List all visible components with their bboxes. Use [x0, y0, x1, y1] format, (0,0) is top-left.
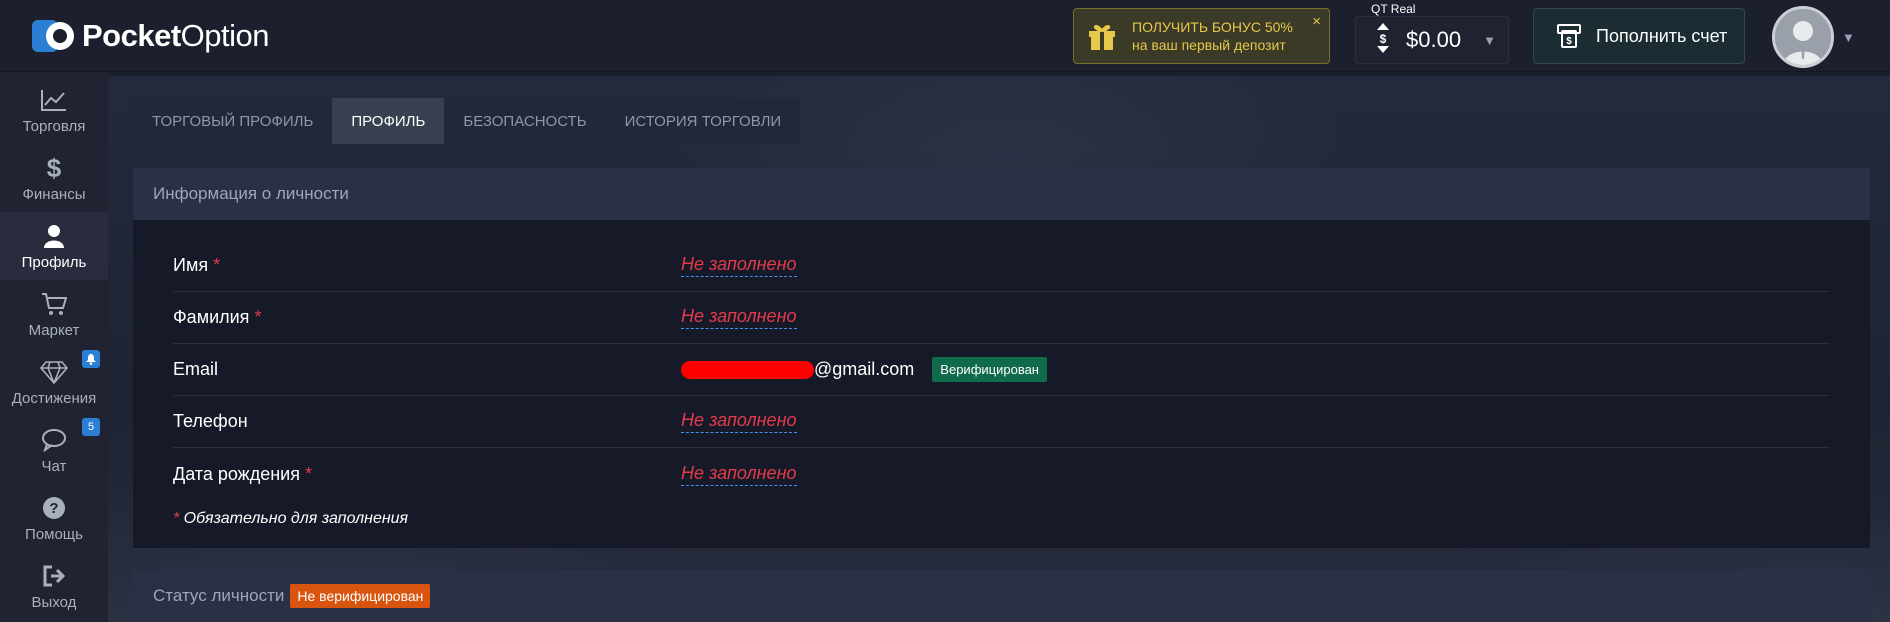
sidebar-item-logout[interactable]: Выход: [0, 552, 108, 620]
sidebar-item-label: Чат: [41, 457, 67, 475]
logo-text-thin: Option: [180, 18, 270, 53]
account-type-label: QT Real: [1371, 2, 1416, 16]
required-mark: *: [305, 463, 313, 484]
svg-text:$: $: [1566, 36, 1572, 47]
balance-amount: $0.00: [1406, 27, 1462, 52]
sidebar-item-label: Торговля: [22, 117, 86, 135]
section-title: Статус личности: [153, 586, 285, 605]
birth-date-field[interactable]: Не заполнено: [681, 463, 797, 486]
chat-count-badge: 5: [82, 418, 100, 436]
diamond-icon: [40, 358, 68, 386]
field-label: Имя: [173, 255, 209, 275]
tab-trade-history[interactable]: ИСТОРИЯ ТОРГОВЛИ: [606, 98, 801, 144]
sidebar-item-label: Достижения: [11, 389, 97, 407]
logo-text-bold: Pocket: [82, 18, 181, 53]
verified-badge: Верифицирован: [932, 357, 1047, 382]
bell-badge: [82, 350, 100, 368]
logout-icon: [40, 562, 68, 590]
top-header: PocketOption ПОЛУЧИТЬ БОНУС 50% на ваш п…: [0, 0, 1890, 72]
sidebar-item-label: Помощь: [25, 525, 83, 543]
sidebar-item-profile[interactable]: Профиль: [0, 212, 108, 280]
dollar-arrows-icon: $: [1376, 22, 1390, 58]
chevron-down-icon: ▼: [1842, 29, 1855, 45]
user-icon: [40, 222, 68, 250]
svg-text:$: $: [1380, 32, 1387, 46]
first-name-field[interactable]: Не заполнено: [681, 254, 797, 277]
chevron-down-icon: ▼: [1483, 32, 1496, 48]
required-note-text: Обязательно для заполнения: [179, 510, 409, 527]
sidebar-item-label: Выход: [31, 593, 77, 611]
required-mark: *: [213, 255, 221, 275]
deposit-label: Пополнить счет: [1596, 25, 1728, 46]
svg-text:?: ?: [49, 500, 58, 517]
chat-icon: [40, 426, 68, 454]
phone-field[interactable]: Не заполнено: [681, 410, 797, 433]
field-row-first-name: Имя * Не заполнено: [173, 240, 1830, 292]
logo-icon: [30, 16, 78, 56]
close-icon[interactable]: ×: [1312, 13, 1321, 30]
sidebar-item-help[interactable]: ? Помощь: [0, 484, 108, 552]
field-label: Email: [173, 359, 219, 379]
tab-trading-profile[interactable]: ТОРГОВЫЙ ПРОФИЛЬ: [133, 98, 332, 144]
avatar: [1772, 6, 1834, 68]
gift-icon: [1086, 20, 1118, 52]
field-label: Фамилия: [173, 307, 250, 327]
field-row-email: Email @gmail.com Верифицирован: [173, 344, 1830, 396]
help-icon: ?: [40, 494, 68, 522]
required-note: * Обязательно для заполнения: [173, 510, 1830, 528]
cart-icon: [40, 290, 68, 318]
profile-tabs: ТОРГОВЫЙ ПРОФИЛЬ ПРОФИЛЬ БЕЗОПАСНОСТЬ ИС…: [133, 98, 801, 144]
bonus-subtitle: на ваш первый депозит: [1132, 37, 1286, 53]
sidebar-item-label: Маркет: [28, 321, 80, 339]
field-row-last-name: Фамилия * Не заполнено: [173, 292, 1830, 344]
field-label: Дата рождения: [173, 463, 300, 484]
logo[interactable]: PocketOption: [30, 16, 270, 56]
section-title: Информация о личности: [133, 168, 1870, 220]
sidebar-item-finance[interactable]: $ Финансы: [0, 144, 108, 212]
redaction-mark: [681, 360, 814, 379]
sidebar-item-label: Финансы: [22, 185, 86, 203]
bell-icon: [86, 353, 96, 365]
identity-status-card: Статус личности Не верифицирован: [133, 570, 1870, 622]
bonus-title: ПОЛУЧИТЬ БОНУС 50%: [1132, 19, 1293, 35]
deposit-button[interactable]: $ Пополнить счет: [1533, 8, 1745, 64]
tab-security[interactable]: БЕЗОПАСНОСТЬ: [444, 98, 605, 144]
email-value: @gmail.com: [814, 359, 915, 379]
deposit-icon: $: [1556, 23, 1582, 49]
field-row-birth-date: Дата рождения * Не заполнено: [173, 448, 1830, 500]
balance-selector[interactable]: $ $0.00 ▼: [1355, 16, 1509, 64]
field-row-phone: Телефон Не заполнено: [173, 396, 1830, 448]
chart-icon: [40, 86, 68, 114]
sidebar: Торговля $ Финансы Профиль Маркет Достиж…: [0, 72, 108, 622]
dollar-icon: $: [40, 154, 68, 182]
unverified-badge: Не верифицирован: [290, 584, 431, 608]
svg-text:$: $: [47, 154, 62, 182]
bonus-banner[interactable]: ПОЛУЧИТЬ БОНУС 50% на ваш первый депозит…: [1073, 8, 1330, 64]
sidebar-item-market[interactable]: Маркет: [0, 280, 108, 348]
personal-info-card: Информация о личности Имя * Не заполнено…: [133, 168, 1870, 548]
tab-profile[interactable]: ПРОФИЛЬ: [332, 98, 445, 144]
sidebar-item-trading[interactable]: Торговля: [0, 76, 108, 144]
sidebar-item-label: Профиль: [21, 253, 87, 271]
last-name-field[interactable]: Не заполнено: [681, 306, 797, 329]
field-label: Телефон: [173, 411, 248, 431]
user-menu[interactable]: ▼: [1772, 6, 1855, 68]
required-mark: *: [254, 307, 262, 327]
